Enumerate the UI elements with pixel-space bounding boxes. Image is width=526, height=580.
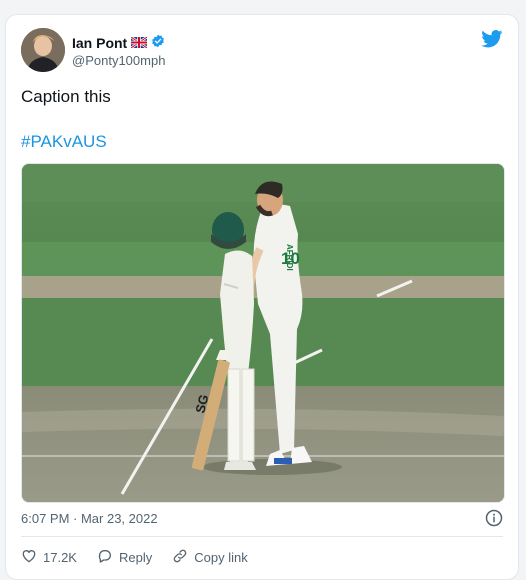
- author-handle[interactable]: @Ponty100mph: [72, 53, 165, 68]
- author-name-row[interactable]: Ian Pont: [72, 34, 165, 51]
- twitter-bird-icon[interactable]: [481, 30, 503, 48]
- copy-link-icon: [172, 548, 188, 567]
- hashtag-link[interactable]: #PAKvAUS: [21, 132, 107, 152]
- reply-label: Reply: [118, 550, 153, 565]
- jersey-name: AFRIDI: [285, 244, 294, 271]
- heart-icon: [21, 548, 37, 567]
- info-icon[interactable]: [485, 509, 503, 527]
- tweet-media-image[interactable]: 10 AFRIDI SG: [21, 163, 505, 503]
- tweet-card: Ian Pont @Ponty100mph Caption this #PAKv…: [5, 14, 519, 580]
- reply-button[interactable]: Reply: [97, 548, 152, 567]
- like-count: 17.2K: [43, 550, 77, 565]
- divider: [21, 536, 503, 537]
- tweet-actions: 17.2K Reply Copy link: [21, 548, 248, 567]
- tweet-timestamp[interactable]: 6:07 PM · Mar 23, 2022: [21, 511, 158, 526]
- copy-link-button[interactable]: Copy link: [172, 548, 248, 567]
- verified-badge-icon: [151, 34, 165, 51]
- avatar[interactable]: [21, 28, 65, 72]
- reply-icon: [97, 548, 113, 567]
- author-name[interactable]: Ian Pont: [72, 35, 127, 51]
- copy-link-label: Copy link: [194, 550, 248, 565]
- uk-flag-icon: [130, 35, 148, 51]
- tweet-text: Caption this: [21, 87, 111, 106]
- like-button[interactable]: 17.2K: [21, 548, 77, 567]
